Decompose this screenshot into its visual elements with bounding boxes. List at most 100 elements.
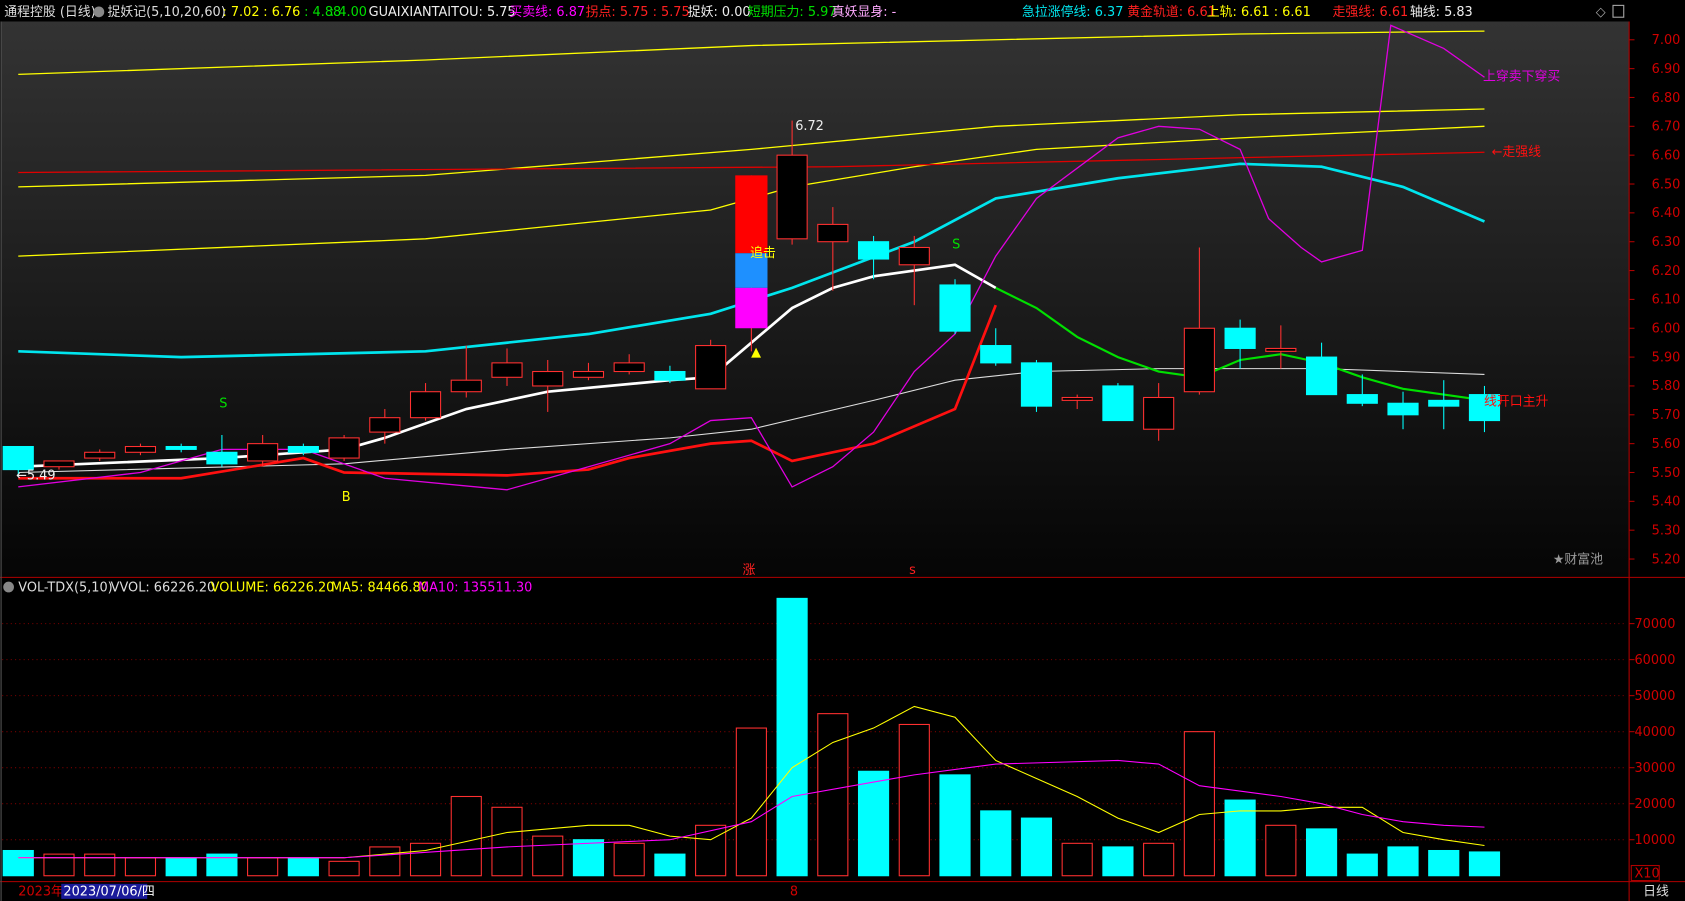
candle-up xyxy=(369,417,401,433)
maimai-line-label: 上穿卖下穿买 xyxy=(1483,69,1560,85)
candle-up xyxy=(776,154,808,240)
vvol-value: VVOL: 66226.20 xyxy=(111,580,216,595)
price-tick-label: 6.60 xyxy=(1652,148,1681,163)
low-label: ←5.49 xyxy=(16,469,55,484)
price-tick-label: 5.20 xyxy=(1652,552,1681,567)
ma5-value: MA5: 84466.80 xyxy=(331,580,429,595)
candle-down xyxy=(1387,402,1419,416)
candle-up xyxy=(613,362,645,373)
candle-down xyxy=(2,445,34,471)
zhouxian-value: 轴线: 5.83 xyxy=(1410,5,1473,20)
candle-up xyxy=(450,379,482,393)
shanggui-value: 上轨: 6.61 : 6.61 xyxy=(1207,5,1311,20)
candle-up xyxy=(572,370,605,378)
volume-bar-down xyxy=(1468,851,1501,877)
candle-up xyxy=(43,460,75,468)
candle-down xyxy=(980,345,1012,364)
dropdown-icon[interactable] xyxy=(93,6,105,18)
candle-down xyxy=(1102,385,1134,422)
zouqiang-line-label: ←走强线 xyxy=(1492,145,1542,160)
stock-chart: 通程控股 (日线) 捉妖记(5,10,20,60) : 7.02 : 6.76 … xyxy=(0,0,1685,901)
price-tick-label: 7.00 xyxy=(1652,33,1681,48)
volume-tick-label: 60000 xyxy=(1634,653,1675,668)
period-button[interactable]: 日线 xyxy=(1643,885,1669,900)
guaixian-value: GUAIXIANTAITOU: 5.75 xyxy=(369,5,516,20)
volume-bar-up xyxy=(1061,842,1093,877)
candle-down xyxy=(857,241,890,260)
zhenyao-value: 真妖显身: - xyxy=(832,4,897,20)
candle-up xyxy=(817,223,849,243)
volume-bar-up xyxy=(1265,824,1297,877)
volume-bar-up xyxy=(1143,842,1175,877)
volume-multiplier: X10 xyxy=(1634,866,1659,881)
caifuchi-button[interactable]: ★财富池 xyxy=(1553,551,1603,567)
price-tick-label: 6.90 xyxy=(1652,62,1681,77)
volume-bar-up xyxy=(898,723,930,877)
price-tick-label: 6.20 xyxy=(1652,264,1681,279)
month-mark: 8 xyxy=(790,885,798,900)
volume-bar-up xyxy=(328,860,360,877)
candle-down xyxy=(1305,356,1338,396)
volume-bar-up xyxy=(817,713,849,877)
volume-value: VOLUME: 66226.20 xyxy=(211,580,335,595)
volume-bar-down xyxy=(1020,817,1053,877)
price-tick-label: 5.90 xyxy=(1652,350,1681,365)
zhuiji-label: 追击 xyxy=(750,245,776,261)
price-tick-label: 6.10 xyxy=(1652,293,1681,308)
zhang-mark: 涨 xyxy=(743,563,756,578)
volume-tick-label: 10000 xyxy=(1634,833,1675,848)
candle-down xyxy=(206,451,238,465)
candle-down xyxy=(1428,399,1460,407)
volume-tick-label: 30000 xyxy=(1634,761,1675,776)
high-label: 6.72 xyxy=(795,119,824,134)
price-tick-label: 5.70 xyxy=(1652,408,1681,423)
volume-bar-down xyxy=(2,849,34,877)
candle-up xyxy=(1183,327,1215,393)
duanqi-value: 短期压力: 5.97 xyxy=(748,5,837,20)
candle-up xyxy=(532,370,564,387)
diamond-icon[interactable]: ◇ xyxy=(1596,5,1606,20)
volume-bar-down xyxy=(939,774,971,877)
volume-bar-down xyxy=(1102,846,1134,877)
candle-down xyxy=(654,370,686,381)
value-4: : 4.00 xyxy=(330,5,367,20)
price-tick-label: 6.30 xyxy=(1652,235,1681,250)
candle-down xyxy=(1346,394,1378,404)
candle-up xyxy=(409,391,442,419)
volume-bar-up xyxy=(124,857,157,877)
candle-up xyxy=(898,246,930,266)
candle-down xyxy=(939,284,971,332)
value-1: : 7.02 xyxy=(222,5,259,20)
volume-tick-label: 50000 xyxy=(1634,689,1675,704)
volume-header: VOL-TDX(5,10) VVOL: 66226.20 VOLUME: 662… xyxy=(3,580,532,595)
value-2: : 6.76 xyxy=(263,5,300,20)
candle-down xyxy=(165,445,197,450)
year-label: 2023年 xyxy=(18,885,64,900)
candle-down xyxy=(287,445,319,453)
volume-bar-down xyxy=(1387,846,1419,877)
kaikou-label: 线开口主升 xyxy=(1484,394,1548,409)
candle-down xyxy=(1224,327,1256,349)
volume-bar-up xyxy=(247,857,279,877)
volume-bar-down xyxy=(287,857,319,877)
indicator-name[interactable]: 捉妖记(5,10,20,60) xyxy=(107,5,225,20)
candle-up xyxy=(124,445,157,453)
candle-up xyxy=(1265,347,1297,352)
dropdown-icon[interactable] xyxy=(3,581,14,593)
price-panel[interactable] xyxy=(1,21,1630,578)
cursor-date: 2023/07/06/四 xyxy=(63,885,154,900)
volume-indicator-name[interactable]: VOL-TDX(5,10) xyxy=(18,580,112,595)
zhuoyao-value: 捉妖: 0.00 xyxy=(688,5,751,20)
volume-bar-down xyxy=(1428,849,1460,877)
indicator-header: 通程控股 (日线) 捉妖记(5,10,20,60) : 7.02 : 6.76 … xyxy=(4,4,1625,20)
candle-body xyxy=(735,175,768,254)
volume-bar-down xyxy=(857,770,890,877)
volume-bar-up xyxy=(450,795,482,877)
candle-up xyxy=(328,437,360,459)
price-tick-label: 5.80 xyxy=(1652,379,1681,394)
volume-bar-down xyxy=(1346,853,1378,877)
volume-bar-up xyxy=(613,842,645,877)
candle-down xyxy=(1020,362,1053,407)
price-tick-label: 5.50 xyxy=(1652,466,1681,481)
volume-bar-up xyxy=(369,846,401,877)
